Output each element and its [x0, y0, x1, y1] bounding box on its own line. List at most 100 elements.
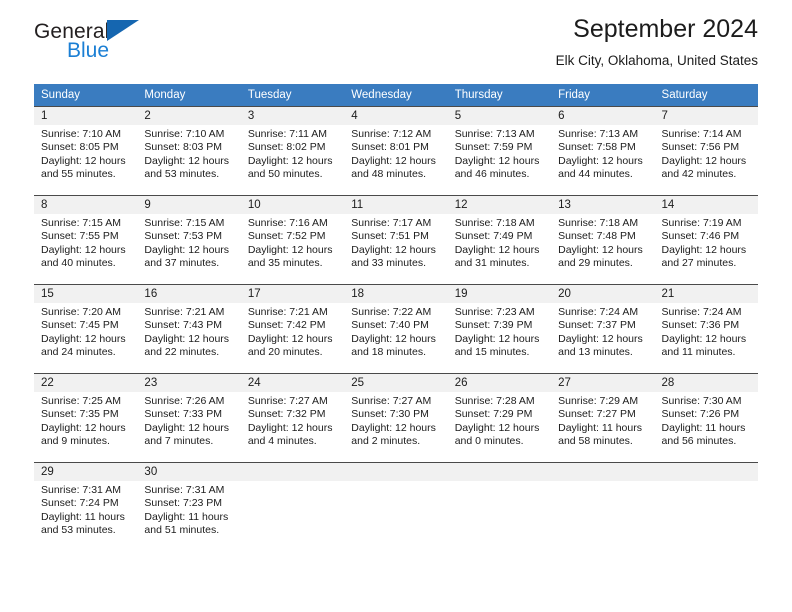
- sunrise-text: Sunrise: 7:21 AM: [247, 306, 328, 318]
- day-number: 29: [34, 463, 138, 481]
- calendar-day-cell[interactable]: 16 Sunrise: 7:21 AM Sunset: 7:43 PM Dayl…: [137, 284, 241, 373]
- calendar-day-cell[interactable]: 22 Sunrise: 7:25 AM Sunset: 7:35 PM Dayl…: [34, 373, 138, 462]
- daylight-text-line2: and 53 minutes.: [41, 523, 116, 536]
- daylight-text-line2: and 29 minutes.: [558, 256, 633, 269]
- daylight-text-line1: Daylight: 12 hours: [144, 332, 230, 345]
- day-info: Sunrise: 7:15 AM Sunset: 7:55 PM Dayligh…: [34, 214, 137, 270]
- day-info: Sunrise: 7:30 AM Sunset: 7:26 PM Dayligh…: [655, 392, 758, 448]
- calendar-day-cell[interactable]: 28 Sunrise: 7:30 AM Sunset: 7:26 PM Dayl…: [654, 373, 758, 462]
- day-number: 8: [34, 196, 138, 214]
- day-info: Sunrise: 7:15 AM Sunset: 7:53 PM Dayligh…: [137, 214, 240, 270]
- sunrise-text: Sunrise: 7:18 AM: [454, 217, 535, 229]
- calendar-day-cell[interactable]: 3 Sunrise: 7:11 AM Sunset: 8:02 PM Dayli…: [240, 106, 345, 195]
- calendar-empty-cell: [551, 462, 655, 551]
- daylight-text-line2: and 56 minutes.: [661, 434, 737, 447]
- calendar-grid: Sunday Monday Tuesday Wednesday Thursday…: [34, 84, 758, 551]
- calendar-day-cell[interactable]: 9 Sunrise: 7:15 AM Sunset: 7:53 PM Dayli…: [137, 195, 241, 284]
- day-number: 17: [240, 285, 345, 303]
- sunrise-text: Sunrise: 7:21 AM: [144, 306, 225, 318]
- sunrise-text: Sunrise: 7:15 AM: [41, 217, 121, 229]
- calendar-day-cell[interactable]: 21 Sunrise: 7:24 AM Sunset: 7:36 PM Dayl…: [654, 284, 758, 373]
- sunrise-text: Sunrise: 7:11 AM: [247, 128, 328, 140]
- calendar-day-cell[interactable]: 25 Sunrise: 7:27 AM Sunset: 7:30 PM Dayl…: [344, 373, 448, 462]
- calendar-day-cell[interactable]: 6 Sunrise: 7:13 AM Sunset: 7:58 PM Dayli…: [551, 106, 655, 195]
- weekday-header-row: Sunday Monday Tuesday Wednesday Thursday…: [34, 84, 758, 106]
- calendar-day-cell[interactable]: 27 Sunrise: 7:29 AM Sunset: 7:27 PM Dayl…: [551, 373, 655, 462]
- daylight-text-line1: Daylight: 12 hours: [454, 332, 540, 345]
- day-number: 25: [344, 374, 448, 392]
- day-info: Sunrise: 7:22 AM Sunset: 7:40 PM Dayligh…: [344, 303, 447, 359]
- calendar-day-cell[interactable]: 19 Sunrise: 7:23 AM Sunset: 7:39 PM Dayl…: [447, 284, 552, 373]
- sunset-text: Sunset: 7:56 PM: [661, 141, 740, 154]
- day-info: Sunrise: 7:13 AM Sunset: 7:58 PM Dayligh…: [551, 125, 654, 181]
- sunset-text: Sunset: 7:49 PM: [454, 230, 533, 243]
- day-number: 16: [137, 285, 241, 303]
- daylight-text-line1: Daylight: 12 hours: [558, 154, 643, 167]
- calendar-day-cell[interactable]: 13 Sunrise: 7:18 AM Sunset: 7:48 PM Dayl…: [551, 195, 655, 284]
- daylight-text-line1: Daylight: 12 hours: [41, 154, 126, 167]
- day-number: 5: [447, 107, 552, 125]
- calendar-day-cell[interactable]: 11 Sunrise: 7:17 AM Sunset: 7:51 PM Dayl…: [344, 195, 448, 284]
- day-info: Sunrise: 7:10 AM Sunset: 8:05 PM Dayligh…: [34, 125, 137, 181]
- calendar-page: General Blue September 2024 Elk City, Ok…: [0, 0, 792, 612]
- page-header: General Blue September 2024 Elk City, Ok…: [34, 0, 758, 72]
- daylight-text-line2: and 0 minutes.: [454, 434, 524, 447]
- day-number: 22: [34, 374, 138, 392]
- daylight-text-line2: and 37 minutes.: [144, 256, 220, 269]
- calendar-day-cell[interactable]: 23 Sunrise: 7:26 AM Sunset: 7:33 PM Dayl…: [137, 373, 241, 462]
- calendar-day-cell[interactable]: 2 Sunrise: 7:10 AM Sunset: 8:03 PM Dayli…: [137, 106, 241, 195]
- calendar-day-cell[interactable]: 7 Sunrise: 7:14 AM Sunset: 7:56 PM Dayli…: [654, 106, 758, 195]
- day-info: Sunrise: 7:21 AM Sunset: 7:43 PM Dayligh…: [137, 303, 240, 359]
- day-info: Sunrise: 7:12 AM Sunset: 8:01 PM Dayligh…: [344, 125, 447, 181]
- weekday-header-tuesday: Tuesday: [240, 84, 345, 106]
- calendar-day-cell[interactable]: 1 Sunrise: 7:10 AM Sunset: 8:05 PM Dayli…: [34, 106, 138, 195]
- daylight-text-line1: Daylight: 11 hours: [661, 421, 746, 434]
- sunrise-text: Sunrise: 7:12 AM: [351, 128, 432, 140]
- calendar-day-cell[interactable]: 4 Sunrise: 7:12 AM Sunset: 8:01 PM Dayli…: [344, 106, 448, 195]
- day-number: 2: [137, 107, 241, 125]
- calendar-day-cell[interactable]: 5 Sunrise: 7:13 AM Sunset: 7:59 PM Dayli…: [447, 106, 552, 195]
- calendar-day-cell[interactable]: 15 Sunrise: 7:20 AM Sunset: 7:45 PM Dayl…: [34, 284, 138, 373]
- day-number: 26: [447, 374, 552, 392]
- calendar-day-cell[interactable]: 10 Sunrise: 7:16 AM Sunset: 7:52 PM Dayl…: [240, 195, 345, 284]
- calendar-day-cell[interactable]: 20 Sunrise: 7:24 AM Sunset: 7:37 PM Dayl…: [551, 284, 655, 373]
- daylight-text-line1: Daylight: 12 hours: [41, 332, 126, 345]
- page-subtitle: Elk City, Oklahoma, United States: [555, 53, 758, 68]
- calendar-day-cell[interactable]: 30 Sunrise: 7:31 AM Sunset: 7:23 PM Dayl…: [137, 462, 241, 551]
- day-number: 1: [34, 107, 138, 125]
- daylight-text-line2: and 48 minutes.: [351, 167, 426, 180]
- calendar-day-cell[interactable]: 24 Sunrise: 7:27 AM Sunset: 7:32 PM Dayl…: [240, 373, 345, 462]
- sunrise-text: Sunrise: 7:29 AM: [558, 395, 639, 407]
- sunset-text: Sunset: 7:27 PM: [558, 408, 636, 421]
- daylight-text-line1: Daylight: 12 hours: [454, 154, 540, 167]
- daylight-text-line2: and 46 minutes.: [454, 167, 530, 180]
- day-info: Sunrise: 7:31 AM Sunset: 7:23 PM Dayligh…: [137, 481, 240, 537]
- weekday-header-thursday: Thursday: [447, 84, 552, 106]
- calendar-day-cell[interactable]: 26 Sunrise: 7:28 AM Sunset: 7:29 PM Dayl…: [447, 373, 552, 462]
- sunset-text: Sunset: 7:52 PM: [247, 230, 326, 243]
- sunset-text: Sunset: 7:33 PM: [144, 408, 223, 421]
- daylight-text-line1: Daylight: 11 hours: [144, 510, 229, 523]
- calendar-day-cell[interactable]: 18 Sunrise: 7:22 AM Sunset: 7:40 PM Dayl…: [344, 284, 448, 373]
- daylight-text-line1: Daylight: 12 hours: [351, 332, 436, 345]
- calendar-day-cell[interactable]: 17 Sunrise: 7:21 AM Sunset: 7:42 PM Dayl…: [240, 284, 345, 373]
- generalblue-logo: General Blue: [34, 20, 214, 72]
- sunset-text: Sunset: 8:03 PM: [144, 141, 223, 154]
- day-info: Sunrise: 7:24 AM Sunset: 7:36 PM Dayligh…: [655, 303, 758, 359]
- day-number: 27: [551, 374, 655, 392]
- sunrise-text: Sunrise: 7:24 AM: [661, 306, 742, 318]
- day-info: Sunrise: 7:27 AM Sunset: 7:30 PM Dayligh…: [344, 392, 447, 448]
- sunset-text: Sunset: 7:26 PM: [661, 408, 740, 421]
- day-info: Sunrise: 7:29 AM Sunset: 7:27 PM Dayligh…: [551, 392, 654, 448]
- calendar-day-cell[interactable]: 8 Sunrise: 7:15 AM Sunset: 7:55 PM Dayli…: [34, 195, 138, 284]
- sunset-text: Sunset: 8:01 PM: [351, 141, 429, 154]
- daylight-text-line2: and 22 minutes.: [144, 345, 220, 358]
- daylight-text-line2: and 53 minutes.: [144, 167, 220, 180]
- daylight-text-line1: Daylight: 12 hours: [454, 243, 540, 256]
- daylight-text-line2: and 7 minutes.: [144, 434, 214, 447]
- calendar-day-cell[interactable]: 12 Sunrise: 7:18 AM Sunset: 7:49 PM Dayl…: [447, 195, 552, 284]
- calendar-empty-cell: [344, 462, 448, 551]
- daylight-text-line1: Daylight: 12 hours: [41, 421, 126, 434]
- calendar-day-cell[interactable]: 29 Sunrise: 7:31 AM Sunset: 7:24 PM Dayl…: [34, 462, 138, 551]
- calendar-day-cell[interactable]: 14 Sunrise: 7:19 AM Sunset: 7:46 PM Dayl…: [654, 195, 758, 284]
